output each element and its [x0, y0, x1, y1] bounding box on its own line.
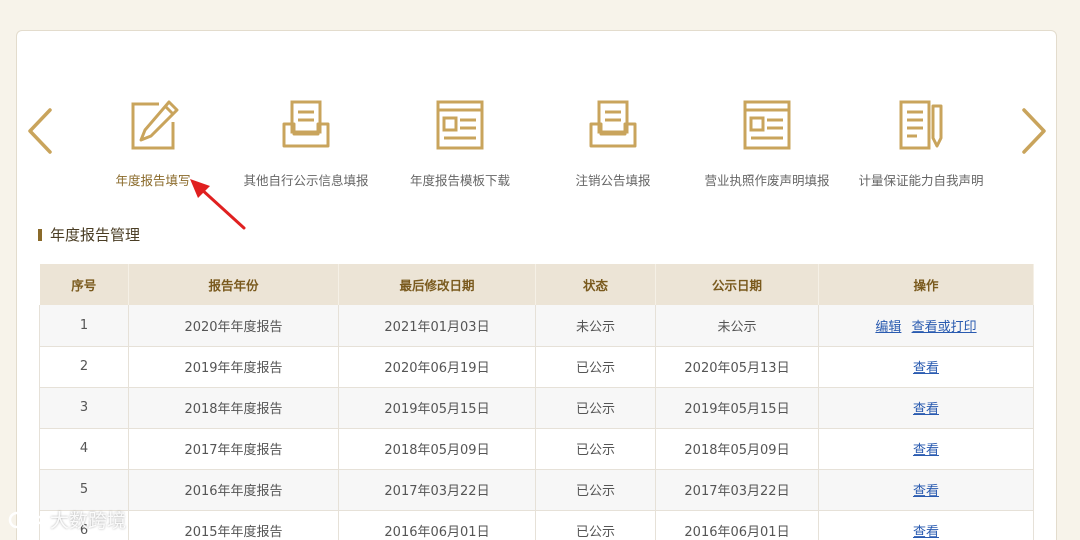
view-link[interactable]: 查看: [913, 443, 939, 458]
section-title-text: 年度报告管理: [50, 226, 141, 244]
cell-actions: 编辑 查看或打印: [818, 305, 1034, 347]
cell-published: 2016年06月01日: [655, 510, 819, 540]
cell-modified: 2017年03月22日: [338, 469, 536, 511]
col-header-no: 序号: [39, 264, 129, 305]
shortcut-label: 营业执照作废声明填报: [704, 173, 830, 188]
cell-modified: 2020年06月19日: [338, 346, 536, 388]
shortcut-template-download[interactable]: 年度报告模板下载: [385, 98, 535, 189]
cell-year: 2017年年度报告: [128, 428, 339, 470]
template-doc-icon: [739, 98, 795, 154]
cell-modified: 2019年05月15日: [338, 387, 536, 429]
edit-link[interactable]: 编辑: [875, 320, 901, 335]
cell-status: 已公示: [535, 469, 656, 511]
shortcut-label: 注销公告填报: [575, 173, 651, 188]
table-row: 2 2019年年度报告 2020年06月19日 已公示 2020年05月13日 …: [39, 346, 1034, 388]
table-row: 5 2016年年度报告 2017年03月22日 已公示 2017年03月22日 …: [39, 469, 1034, 511]
cell-published: 2020年05月13日: [655, 346, 819, 388]
watermark: 大数跨境: [8, 506, 126, 533]
watermark-text: 大数跨境: [50, 510, 127, 532]
cell-status: 已公示: [535, 510, 656, 540]
cell-no: 2: [39, 346, 129, 388]
cell-published: 未公示: [655, 305, 819, 347]
col-header-actions: 操作: [818, 264, 1034, 305]
cell-status: 未公示: [535, 305, 656, 347]
cell-actions: 查看: [818, 387, 1034, 429]
cell-modified: 2021年01月03日: [338, 305, 536, 347]
shortcut-label: 其他自行公示信息填报: [243, 173, 369, 188]
view-link[interactable]: 查看: [913, 484, 939, 499]
section-marker: [38, 228, 42, 241]
cell-actions: 查看: [818, 346, 1034, 388]
template-doc-icon: [432, 98, 488, 154]
col-header-status: 状态: [535, 264, 656, 305]
cell-modified: 2016年06月01日: [338, 510, 536, 540]
shortcut-label: 年度报告模板下载: [409, 173, 510, 188]
table-row: 6 2015年年度报告 2016年06月01日 已公示 2016年06月01日 …: [39, 510, 1034, 540]
shortcut-license-void-statement[interactable]: 营业执照作废声明填报: [692, 98, 842, 189]
table-row: 3 2018年年度报告 2019年05月15日 已公示 2019年05月15日 …: [39, 387, 1034, 429]
shortcut-label: 计量保证能力自我声明: [858, 173, 984, 188]
checklist-pen-icon: [893, 98, 949, 154]
cell-status: 已公示: [535, 387, 656, 429]
watermark-logo-icon: [8, 511, 44, 528]
shortcut-cancellation-notice[interactable]: 注销公告填报: [538, 98, 688, 189]
table-header-row: 序号 报告年份 最后修改日期 状态 公示日期 操作: [39, 264, 1034, 305]
table-row: 4 2017年年度报告 2018年05月09日 已公示 2018年05月09日 …: [39, 428, 1034, 470]
col-header-modified: 最后修改日期: [338, 264, 536, 305]
cell-no: 1: [39, 305, 129, 347]
view-link[interactable]: 查看: [913, 525, 939, 540]
cell-status: 已公示: [535, 428, 656, 470]
view-print-link[interactable]: 查看或打印: [912, 320, 977, 335]
col-header-published: 公示日期: [655, 264, 819, 305]
cell-published: 2019年05月15日: [655, 387, 819, 429]
cell-status: 已公示: [535, 346, 656, 388]
shortcut-other-disclosure[interactable]: 其他自行公示信息填报: [231, 98, 381, 189]
section-title: 年度报告管理: [38, 224, 140, 245]
table-row: 1 2020年年度报告 2021年01月03日 未公示 未公示 编辑 查看或打印: [39, 305, 1034, 347]
pointer-arrow-icon: [190, 179, 246, 230]
cell-published: 2018年05月09日: [655, 428, 819, 470]
cell-no: 5: [39, 469, 129, 511]
cell-year: 2018年年度报告: [128, 387, 339, 429]
cell-year: 2019年年度报告: [128, 346, 339, 388]
inbox-tray-icon: [278, 98, 334, 154]
inbox-tray-icon: [585, 98, 641, 154]
cell-no: 4: [39, 428, 129, 470]
view-link[interactable]: 查看: [913, 402, 939, 417]
view-link[interactable]: 查看: [913, 361, 939, 376]
col-header-year: 报告年份: [128, 264, 339, 305]
cell-actions: 查看: [818, 428, 1034, 470]
cell-actions: 查看: [818, 469, 1034, 511]
cell-year: 2020年年度报告: [128, 305, 339, 347]
cell-year: 2015年年度报告: [128, 510, 339, 540]
cell-modified: 2018年05月09日: [338, 428, 536, 470]
shortcut-metrology-declaration[interactable]: 计量保证能力自我声明: [846, 98, 996, 189]
cell-published: 2017年03月22日: [655, 469, 819, 511]
next-arrow-icon[interactable]: [1018, 106, 1048, 156]
edit-form-icon: [125, 98, 181, 154]
prev-arrow-icon[interactable]: [26, 106, 56, 156]
cell-no: 3: [39, 387, 129, 429]
annual-report-table: 序号 报告年份 最后修改日期 状态 公示日期 操作 1 2020年年度报告 20…: [39, 264, 1034, 540]
cell-actions: 查看: [818, 510, 1034, 540]
cell-year: 2016年年度报告: [128, 469, 339, 511]
